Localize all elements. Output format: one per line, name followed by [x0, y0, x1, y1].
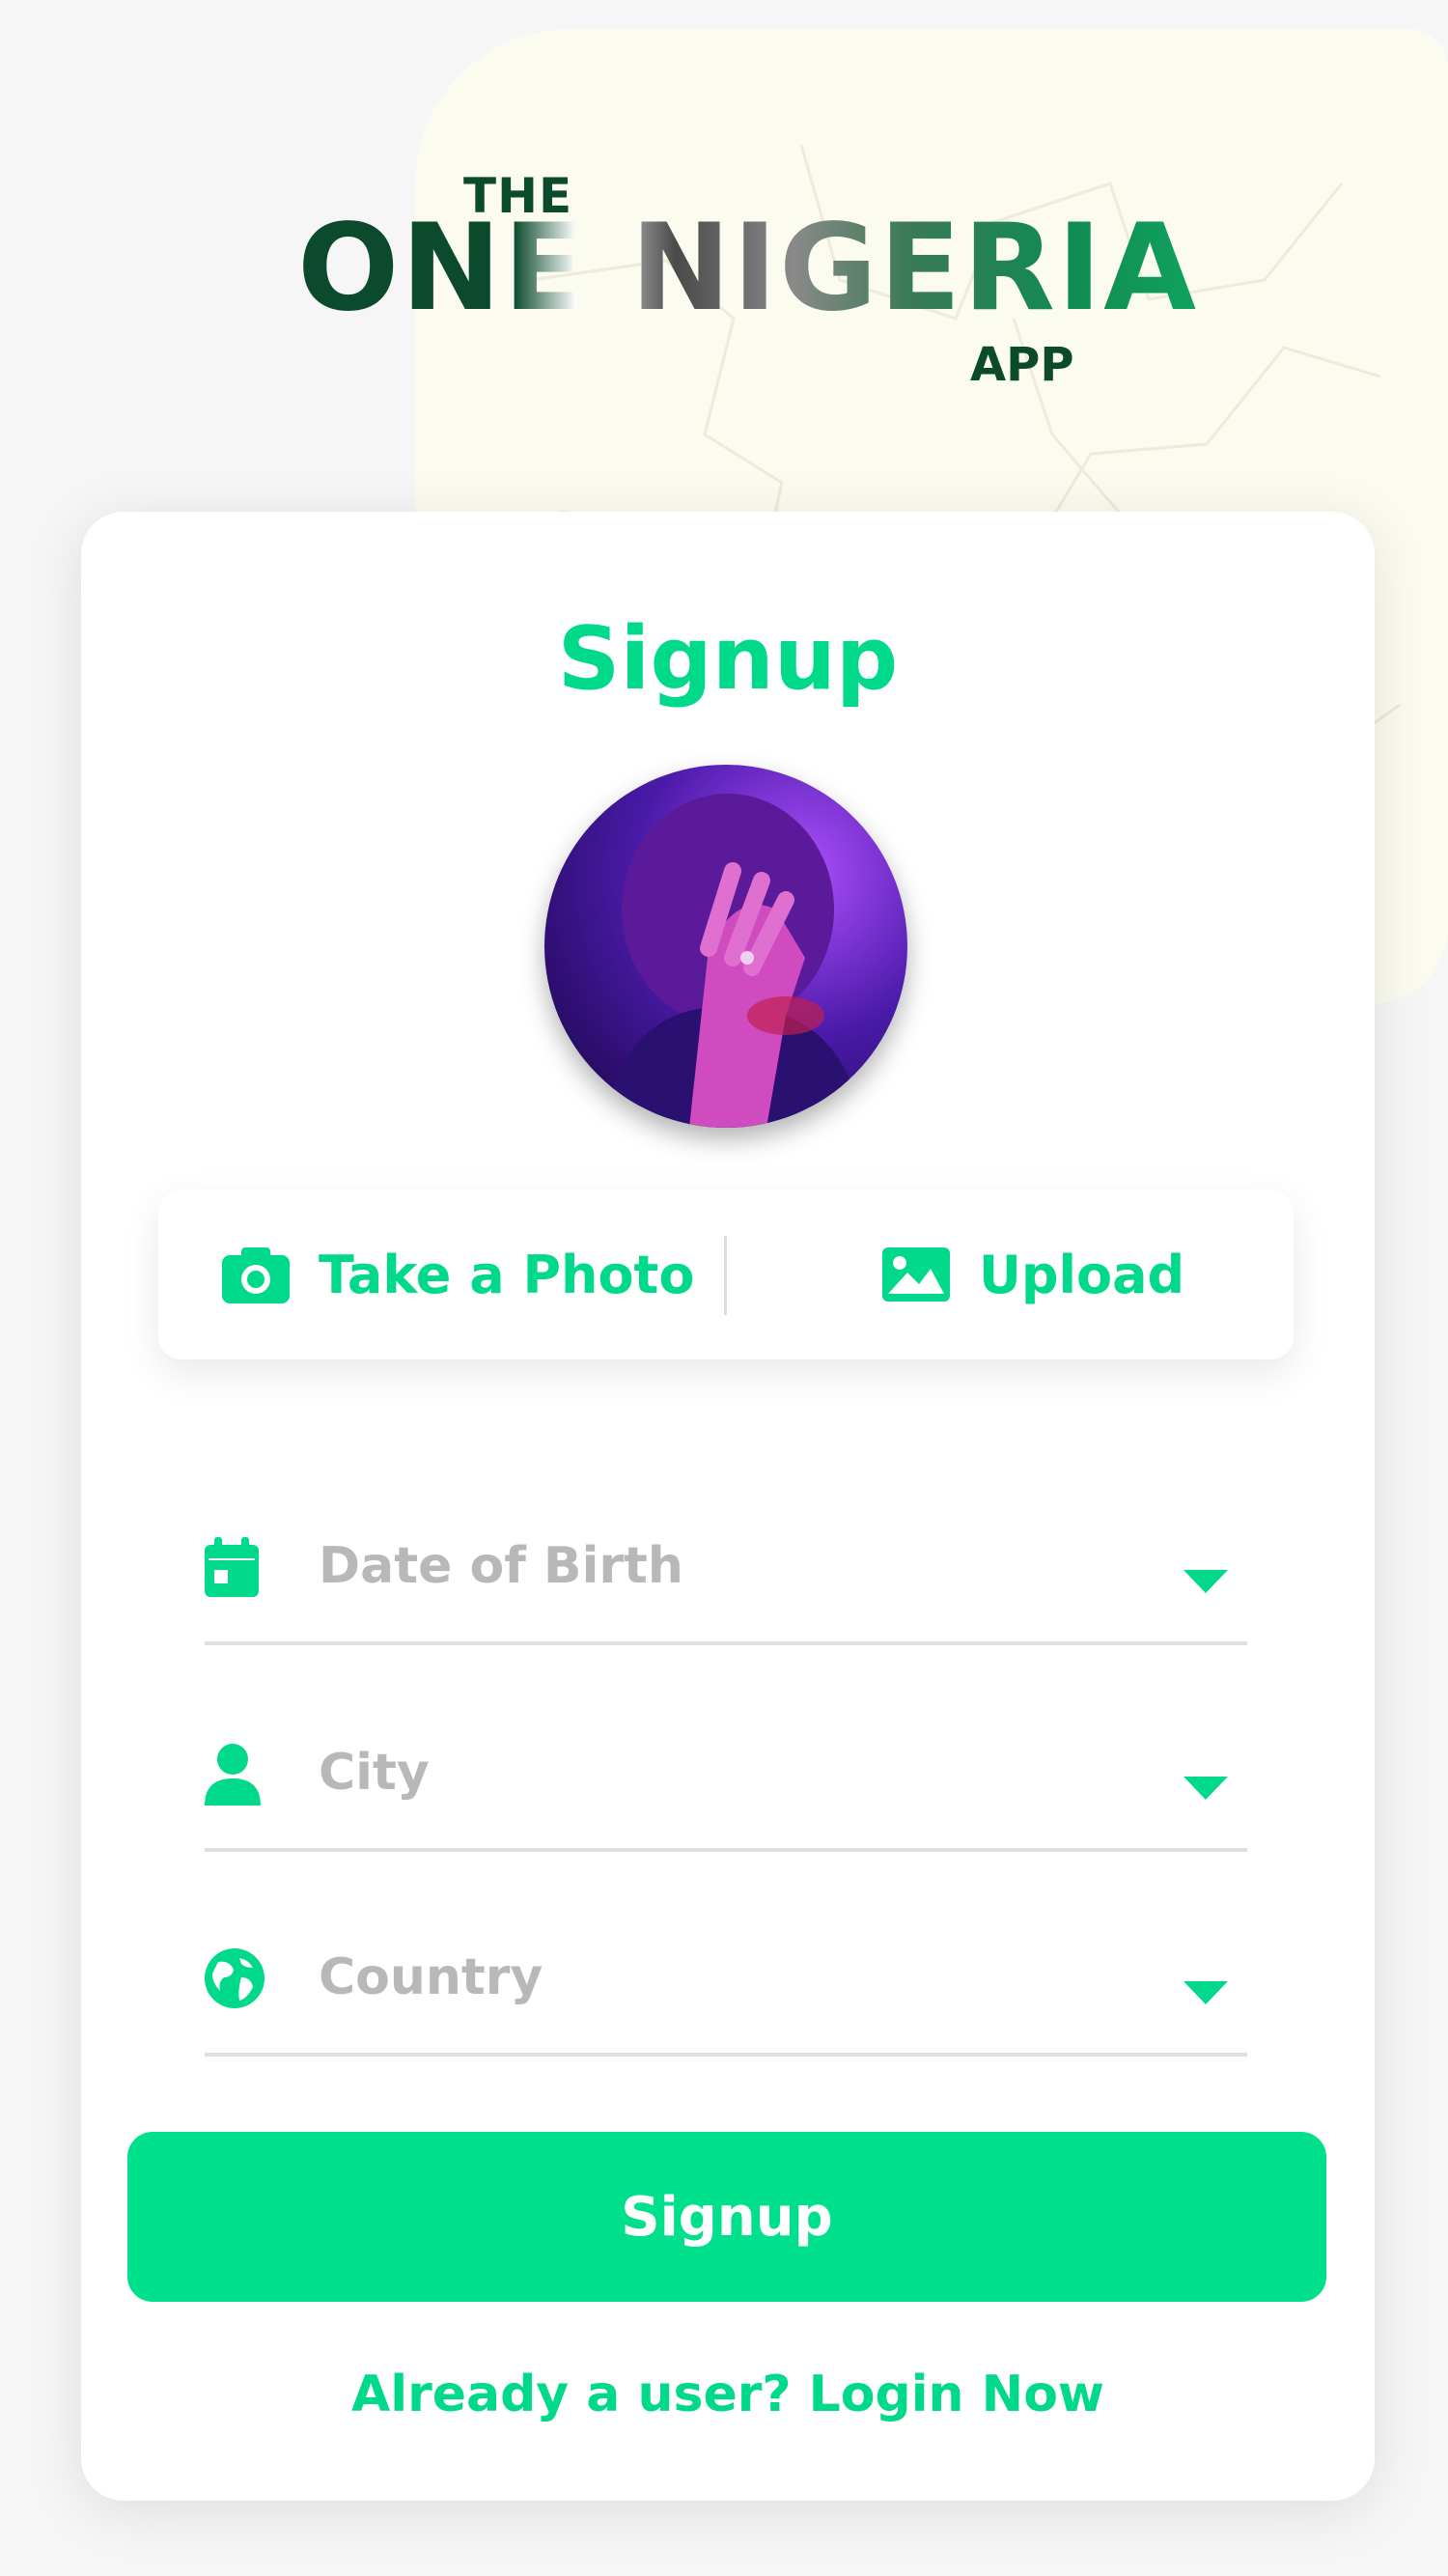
photo-actions: Take a Photo Upload — [158, 1190, 1294, 1359]
country-field[interactable]: Country — [205, 1889, 1247, 2057]
signup-button[interactable]: Signup — [127, 2132, 1326, 2302]
city-field[interactable]: City — [205, 1684, 1247, 1852]
page-title: Signup — [557, 608, 899, 710]
take-photo-label: Take a Photo — [319, 1244, 695, 1305]
logo-app-text: APP — [970, 338, 1074, 392]
country-label: Country — [319, 1948, 543, 2006]
upload-label: Upload — [979, 1244, 1185, 1305]
chevron-down-icon — [1183, 1777, 1228, 1804]
login-link[interactable]: Already a user? Login Now — [81, 2366, 1375, 2423]
dob-field[interactable]: Date of Birth — [205, 1477, 1247, 1645]
city-label: City — [319, 1744, 430, 1802]
globe-icon — [205, 1948, 265, 2012]
dob-label: Date of Birth — [319, 1537, 683, 1595]
chevron-down-icon — [1183, 1570, 1228, 1597]
calendar-icon — [205, 1537, 259, 1601]
upload-button[interactable]: Upload — [882, 1190, 1184, 1359]
chevron-down-icon — [1183, 1981, 1228, 2008]
camera-icon — [222, 1246, 290, 1303]
avatar[interactable] — [544, 765, 907, 1128]
image-icon — [882, 1247, 950, 1302]
logo-main-text: ONE NIGERIA — [297, 199, 1199, 338]
app-logo: THE ONE NIGERIA APP — [0, 164, 1448, 396]
take-photo-button[interactable]: Take a Photo — [222, 1190, 694, 1359]
divider — [724, 1236, 727, 1315]
signup-card: Signup Take a Photo Upload Date of Birth… — [81, 512, 1375, 2501]
user-icon — [205, 1744, 261, 1809]
